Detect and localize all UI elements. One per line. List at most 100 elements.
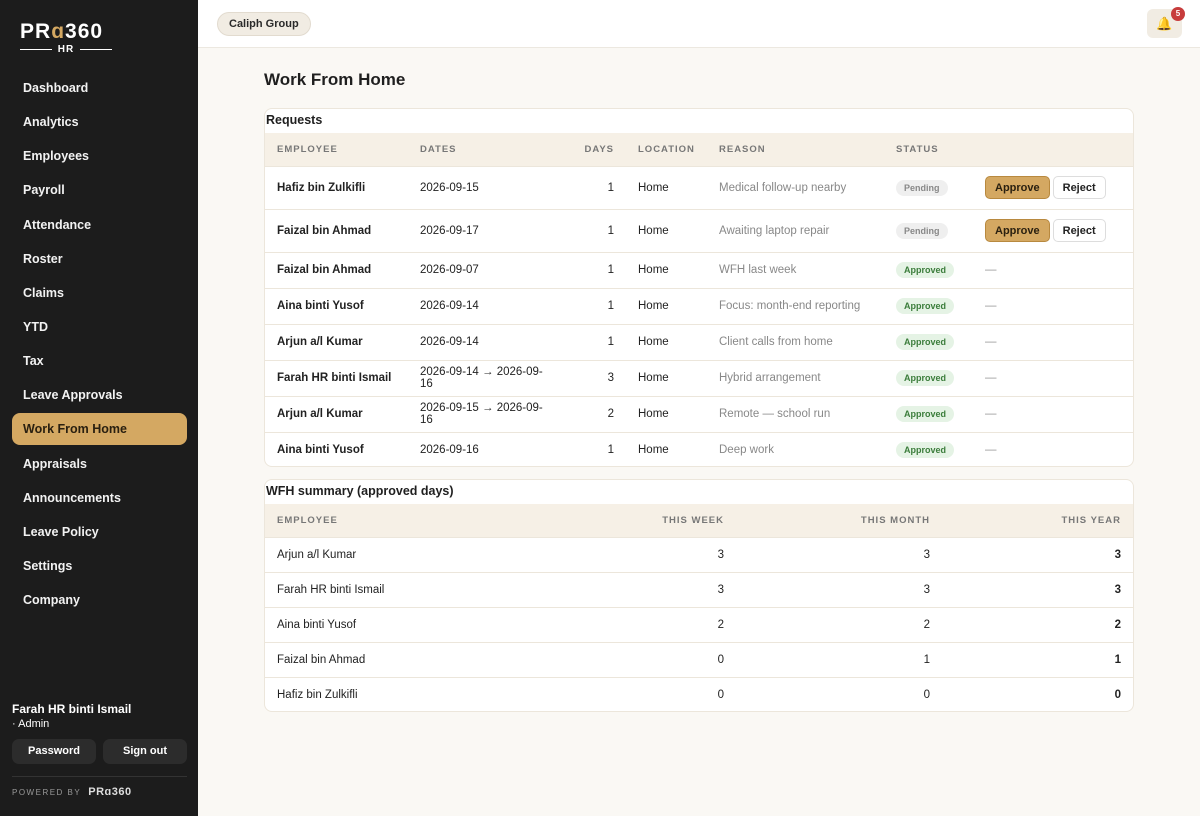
- employee-cell: Arjun a/l Kumar: [265, 395, 408, 432]
- location-cell: Home: [626, 431, 707, 466]
- days-cell: 1: [564, 208, 626, 252]
- sidebar-item-dashboard[interactable]: Dashboard: [12, 72, 187, 104]
- sidebar-item-ytd[interactable]: YTD: [12, 311, 187, 343]
- location-cell: Home: [626, 251, 707, 288]
- status-cell: Approved: [884, 287, 973, 324]
- logo-wordmark: PRɑ360: [20, 20, 104, 43]
- sidebar-item-work-from-home[interactable]: Work From Home: [12, 413, 187, 446]
- org-switcher[interactable]: Caliph Group: [217, 12, 311, 36]
- approve-button[interactable]: Approve: [985, 219, 1050, 242]
- no-action: —: [985, 408, 997, 420]
- dates-cell: 2026-09-14: [408, 323, 564, 360]
- sidebar-item-settings[interactable]: Settings: [12, 550, 187, 582]
- actions-cell: Approve Reject: [973, 165, 1133, 209]
- sidebar-item-company[interactable]: Company: [12, 584, 187, 616]
- sidebar-item-employees[interactable]: Employees: [12, 140, 187, 172]
- days-cell: 1: [564, 287, 626, 324]
- reason-cell: Focus: month-end reporting: [707, 287, 884, 324]
- column-header: THIS WEEK: [662, 514, 724, 526]
- actions-cell: —: [973, 251, 1133, 288]
- sidebar-item-analytics[interactable]: Analytics: [12, 106, 187, 138]
- table-row: Arjun a/l Kumar 2026-09-15 → 2026-09-16 2 H…: [265, 395, 1133, 432]
- approve-button[interactable]: Approve: [985, 176, 1050, 199]
- actions-cell: —: [973, 323, 1133, 360]
- sidebar-item-roster[interactable]: Roster: [12, 243, 187, 275]
- sidebar-item-payroll[interactable]: Payroll: [12, 174, 187, 206]
- no-action: —: [985, 444, 997, 457]
- table-row: Aina binti Yusof 2026-09-16 1 Home Deep work…: [265, 431, 1133, 466]
- days-cell: 1: [564, 323, 626, 360]
- dates-cell: 2026-09-15: [408, 165, 564, 209]
- sidebar-item-appraisals[interactable]: Appraisals: [12, 448, 187, 480]
- status-cell: Approved: [884, 323, 973, 360]
- requests-title: Requests: [266, 113, 323, 127]
- topbar: Caliph Group 🔔 5: [198, 0, 1200, 48]
- table-row: Hafiz bin Zulkifli 0 0 0: [265, 676, 1133, 711]
- powered-logo: PRɑ360: [88, 786, 132, 798]
- dates-cell: 2026-09-17: [408, 208, 564, 252]
- reason-cell: Hybrid arrangement: [707, 359, 884, 396]
- actions-cell: Approve Reject: [973, 208, 1133, 252]
- status-badge: Approved: [896, 298, 955, 314]
- employee-cell: Aina binti Yusof: [265, 606, 530, 642]
- column-header: STATUS: [896, 143, 939, 155]
- employee-cell: Faizal bin Ahmad: [265, 251, 408, 288]
- status-cell: Approved: [884, 431, 973, 466]
- this-month-cell: 2: [736, 606, 942, 642]
- this-year-cell: 0: [942, 676, 1133, 711]
- powered-label: POWERED BY: [12, 787, 82, 797]
- table-row: Hafiz bin Zulkifli 2026-09-15 1 Home Medical…: [265, 165, 1133, 209]
- status-badge: Approved: [896, 334, 955, 350]
- this-week-cell: 0: [530, 676, 736, 711]
- employee-cell: Hafiz bin Zulkifli: [265, 165, 408, 209]
- sidebar-item-leave-approvals[interactable]: Leave Approvals: [12, 379, 187, 411]
- this-month-cell: 0: [736, 676, 942, 711]
- password-button[interactable]: Password: [12, 739, 96, 764]
- days-cell: 1: [564, 165, 626, 209]
- no-action: —: [985, 336, 997, 348]
- sidebar-item-announcements[interactable]: Announcements: [12, 482, 187, 514]
- column-header: LOCATION: [638, 143, 695, 155]
- this-year-cell: 1: [942, 641, 1133, 677]
- location-cell: Home: [626, 165, 707, 209]
- actions-cell: —: [973, 395, 1133, 432]
- employee-cell: Aina binti Yusof: [265, 431, 408, 466]
- employee-cell: Arjun a/l Kumar: [265, 536, 530, 572]
- employee-cell: Farah HR binti Ismail: [265, 571, 530, 607]
- sidebar-item-leave-policy[interactable]: Leave Policy: [12, 516, 187, 548]
- dates-cell: 2026-09-14 → 2026-09-16: [408, 359, 564, 396]
- dates-cell: 2026-09-14: [408, 287, 564, 324]
- column-header: REASON: [719, 143, 766, 155]
- user-block: Farah HR binti Ismail · Admin: [12, 702, 187, 730]
- this-month-cell: 3: [736, 536, 942, 572]
- reject-button[interactable]: Reject: [1052, 219, 1106, 242]
- sidebar-item-claims[interactable]: Claims: [12, 277, 187, 309]
- column-header: THIS YEAR: [1061, 514, 1121, 526]
- reason-cell: Deep work: [707, 431, 884, 466]
- sidebar-item-attendance[interactable]: Attendance: [12, 209, 187, 241]
- table-row: Aina binti Yusof 2026-09-14 1 Home Focus: mo…: [265, 287, 1133, 324]
- sidebar-item-tax[interactable]: Tax: [12, 345, 187, 377]
- status-cell: Pending: [884, 208, 973, 252]
- table-row: Faizal bin Ahmad 2026-09-07 1 Home WFH last …: [265, 251, 1133, 288]
- summary-title: WFH summary (approved days): [266, 484, 454, 498]
- sidebar-nav: Dashboard Analytics Employees Payroll Attend…: [12, 72, 187, 618]
- days-cell: 2: [564, 395, 626, 432]
- column-header-actions: [973, 133, 1133, 166]
- reject-button[interactable]: Reject: [1052, 176, 1106, 199]
- sign-out-button[interactable]: Sign out: [103, 739, 187, 764]
- column-header: DATES: [420, 143, 457, 155]
- location-cell: Home: [626, 395, 707, 432]
- notification-count: 5: [1171, 7, 1185, 21]
- logo-sub: HR: [57, 44, 75, 55]
- status-badge: Approved: [896, 442, 955, 459]
- this-week-cell: 2: [530, 606, 736, 642]
- reason-cell: Client calls from home: [707, 323, 884, 360]
- table-row: Faizal bin Ahmad 0 1 1: [265, 641, 1133, 677]
- employee-cell: Farah HR binti Ismail: [265, 359, 408, 396]
- dates-cell: 2026-09-16: [408, 431, 564, 466]
- column-header: EMPLOYEE: [277, 143, 338, 155]
- status-cell: Approved: [884, 251, 973, 288]
- status-badge: Approved: [896, 262, 955, 278]
- table-row: Arjun a/l Kumar 3 3 3: [265, 536, 1133, 572]
